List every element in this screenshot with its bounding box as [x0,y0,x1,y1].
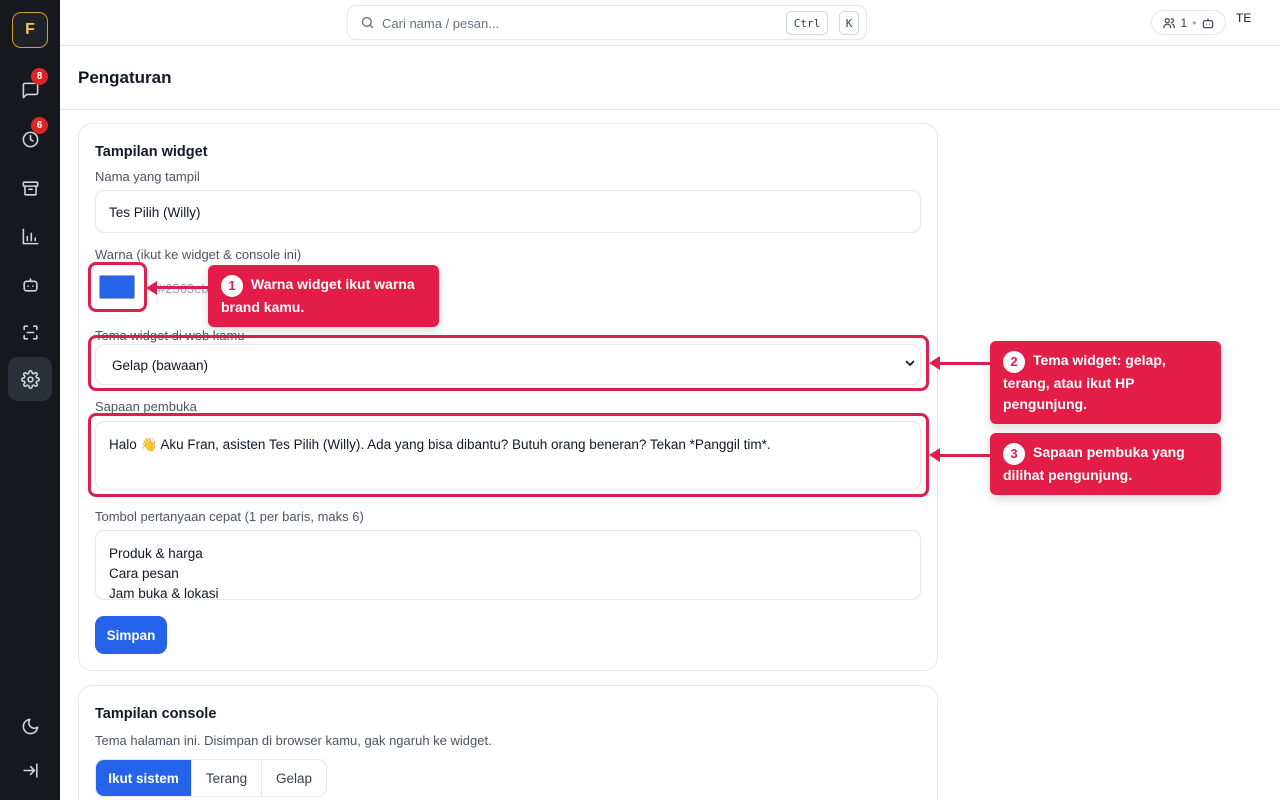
kbd-ctrl: Ctrl [786,11,828,35]
sidebar-item-bot[interactable] [8,262,52,306]
callout-1: 1 Warna widget ikut warna brand kamu. [208,265,439,327]
display-name-label: Nama yang tampil [95,169,200,184]
callout-text: Tema widget: gelap, terang, atau ikut HP… [1003,352,1166,412]
callout-number: 3 [1003,442,1025,465]
sidebar-item-analytics[interactable] [8,214,52,258]
app-logo[interactable]: F [12,12,48,48]
kbd-k: K [839,11,859,35]
sidebar: F 8 6 [0,0,60,800]
callout-2: 2 Tema widget: gelap, terang, atau ikut H… [990,341,1221,424]
callout-number: 1 [221,274,243,297]
color-label: Warna (ikut ke widget & console ini) [95,247,302,262]
topbar: Cari nama / pesan... Ctrl K 1 • TE [60,0,1280,46]
sidebar-item-chat[interactable]: 8 [8,68,52,112]
quick-buttons-label: Tombol pertanyaan cepat (1 per baris, ma… [95,509,364,524]
quick-line: Produk & harga [109,546,203,561]
console-theme-toggle: Ikut sistem Terang Gelap [95,759,327,797]
theme-toggle[interactable] [8,704,52,748]
arrow-line-2 [939,362,991,365]
sidebar-item-settings[interactable] [8,357,52,401]
separator-dot: • [1192,15,1197,30]
callout-text: Sapaan pembuka yang dilihat pengunjung. [1003,444,1185,483]
display-name-value: Tes Pilih (Willy) [109,205,201,220]
callout-text: Warna widget ikut warna brand kamu. [221,276,415,315]
page-title: Pengaturan [78,68,172,87]
arrow-line-3 [939,454,991,457]
quick-line: Jam buka & lokasi [109,586,219,600]
scan-icon [22,324,38,340]
console-description: Tema halaman ini. Disimpan di browser ka… [95,733,492,748]
greeting-label: Sapaan pembuka [95,399,197,414]
sidebar-item-scan[interactable] [8,310,52,354]
gear-icon [20,369,40,389]
highlight-greeting [88,413,929,497]
bot-icon [1203,17,1214,28]
unread-badge: 8 [31,68,48,85]
logout-arrow-icon [22,762,38,778]
search-input[interactable]: Cari nama / pesan... [382,16,499,31]
console-card-title: Tampilan console [95,706,217,722]
archive-icon [22,180,38,196]
online-agents-pill[interactable]: 1 • [1151,10,1226,35]
arrow-line-1 [156,286,209,289]
callout-number: 2 [1003,350,1025,373]
online-count: 1 [1180,15,1188,30]
users-icon [1162,17,1175,28]
highlight-theme [88,335,929,391]
save-button[interactable]: Simpan [95,616,167,654]
search-icon [361,16,374,29]
bot-icon [22,277,38,292]
highlight-color [88,262,147,312]
theme-option-light[interactable]: Terang [192,760,262,796]
widget-settings-card: Tampilan widget Nama yang tampil Tes Pil… [78,123,938,671]
search-box[interactable]: Cari nama / pesan... Ctrl K [347,5,867,40]
moon-icon [22,718,38,734]
callout-3: 3 Sapaan pembuka yang dilihat pengunjung. [990,433,1221,495]
theme-option-system[interactable]: Ikut sistem [96,760,192,796]
page-header: Pengaturan [60,46,1280,110]
widget-card-title: Tampilan widget [95,144,208,160]
theme-option-dark[interactable]: Gelap [262,760,326,796]
user-avatar[interactable]: TE [1236,11,1251,25]
logout-button[interactable] [8,748,52,792]
bar-chart-icon [22,228,38,244]
quick-buttons-textarea[interactable]: Produk & harga Cara pesan Jam buka & lok… [95,530,921,600]
quick-line: Cara pesan [109,566,179,581]
sidebar-item-history[interactable]: 6 [8,117,52,161]
sidebar-item-archive[interactable] [8,166,52,210]
pending-badge: 6 [31,117,48,134]
display-name-input[interactable]: Tes Pilih (Willy) [95,190,921,233]
